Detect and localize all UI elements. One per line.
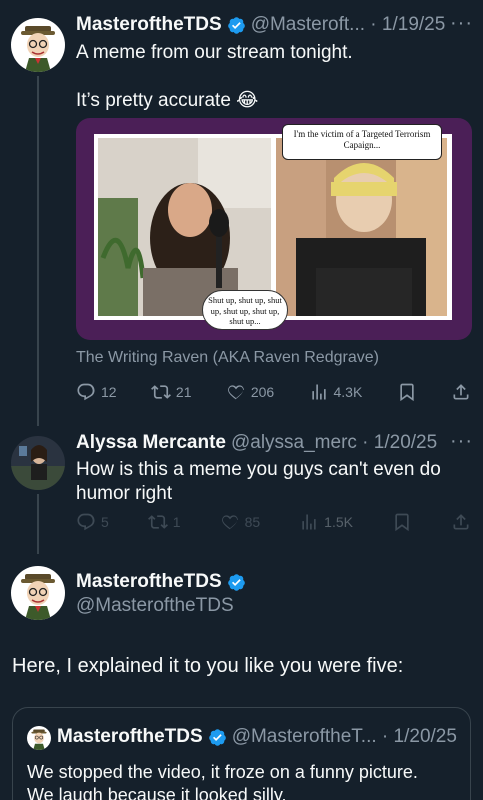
like-count: 85: [244, 514, 261, 530]
like-button[interactable]: 206: [226, 382, 274, 402]
reply-count: 12: [101, 384, 117, 400]
avatar[interactable]: [11, 18, 65, 72]
more-options-icon[interactable]: ···: [450, 12, 473, 35]
avatar[interactable]: [11, 436, 65, 490]
separator-dot: ·: [356, 432, 374, 453]
quoted-tweet[interactable]: MasteroftheTDS @MasteroftheT... · 1/20/2…: [12, 707, 471, 800]
bookmark-button[interactable]: [397, 382, 417, 402]
tweet-header: Alyssa Mercante @alyssa_merc · 1/20/25: [76, 432, 437, 454]
quote-text-line: We laugh because it looked silly.: [27, 785, 287, 800]
verified-badge-icon: [208, 728, 226, 746]
quote-header: MasteroftheTDS @MasteroftheT... · 1/20/2…: [57, 726, 457, 748]
display-name[interactable]: Alyssa Mercante: [76, 432, 226, 454]
share-icon: [453, 384, 469, 400]
tweet-handle-row: @MasteroftheTDS: [76, 595, 234, 617]
share-icon: [453, 514, 469, 530]
media-source-label[interactable]: The Writing Raven (AKA Raven Redgrave): [76, 349, 379, 367]
retweet-icon: [147, 515, 168, 529]
timestamp[interactable]: 1/19/25: [382, 14, 445, 36]
avatar[interactable]: [27, 726, 51, 750]
more-options-icon[interactable]: ···: [450, 430, 473, 453]
meme-right-panel: [276, 138, 447, 316]
reply-count: 5: [101, 514, 109, 530]
views-button[interactable]: 1.5K: [299, 512, 353, 532]
verified-badge-icon: [227, 16, 245, 34]
separator-dot: ·: [365, 14, 382, 35]
verified-badge-icon: [227, 573, 245, 591]
handle[interactable]: @Masteroft...: [251, 14, 365, 36]
views-count: 4.3K: [333, 384, 363, 400]
bookmark-icon: [399, 383, 414, 402]
avatar[interactable]: [11, 566, 65, 620]
retweet-count: 1: [172, 514, 181, 530]
meme-caption-bubble: I'm the victim of a Targeted Terrorism C…: [282, 124, 442, 160]
reply-button[interactable]: 12: [76, 382, 117, 402]
like-count: 206: [250, 384, 275, 400]
thread-line: [37, 76, 39, 426]
views-count: 1.5K: [324, 514, 353, 530]
views-chart-icon: [302, 514, 316, 530]
tweet-text: How is this a meme you guys can't even d…: [76, 459, 441, 504]
heart-icon: [227, 385, 244, 400]
reply-button[interactable]: 5: [76, 512, 109, 532]
tweet-text-line: It’s pretty accurate 😂: [76, 89, 258, 113]
retweet-icon: [150, 385, 171, 399]
tweet-header: MasteroftheTDS: [76, 571, 246, 593]
thread-line: [37, 494, 39, 554]
like-button[interactable]: 85: [220, 512, 261, 532]
share-button[interactable]: [451, 382, 471, 402]
views-chart-icon: [311, 384, 326, 400]
tweet-actions: 12 21 206 4.3K: [76, 382, 471, 402]
retweet-button[interactable]: 1: [147, 512, 181, 532]
bookmark-button[interactable]: [392, 512, 412, 532]
tweet-text-line: A meme from our stream tonight.: [76, 42, 353, 63]
share-button[interactable]: [451, 512, 471, 532]
reply-icon: [77, 513, 95, 531]
timestamp[interactable]: 1/20/25: [374, 432, 437, 454]
quote-text-line: We stopped the video, it froze on a funn…: [27, 762, 418, 782]
retweet-count: 21: [175, 384, 192, 400]
handle[interactable]: @alyssa_merc: [231, 432, 357, 454]
reply-icon: [77, 383, 95, 401]
display-name[interactable]: MasteroftheTDS: [76, 14, 222, 36]
display-name[interactable]: MasteroftheTDS: [57, 726, 203, 748]
meme-thought-bubble: Shut up, shut up, shut up, shut up, shut…: [202, 290, 288, 330]
tweet-header: MasteroftheTDS @Masteroft... · 1/19/25: [76, 14, 445, 36]
laughing-emoji-icon: 😂: [236, 90, 259, 111]
tweet-actions: 5 1 85 1.5K: [76, 512, 471, 532]
tweet-text: It’s pretty accurate: [76, 90, 231, 111]
handle[interactable]: @MasteroftheTDS: [76, 595, 234, 617]
timestamp[interactable]: 1/20/25: [394, 726, 457, 748]
tweet-text: Here, I explained it to you like you wer…: [12, 655, 404, 677]
handle[interactable]: @MasteroftheT...: [232, 726, 377, 748]
separator-dot: ·: [376, 726, 394, 747]
bookmark-icon: [395, 513, 409, 532]
views-button[interactable]: 4.3K: [309, 382, 363, 402]
retweet-button[interactable]: 21: [150, 382, 192, 402]
heart-icon: [221, 515, 238, 530]
display-name[interactable]: MasteroftheTDS: [76, 571, 222, 593]
tweet-media-image[interactable]: I'm the victim of a Targeted Terrorism C…: [76, 118, 472, 340]
